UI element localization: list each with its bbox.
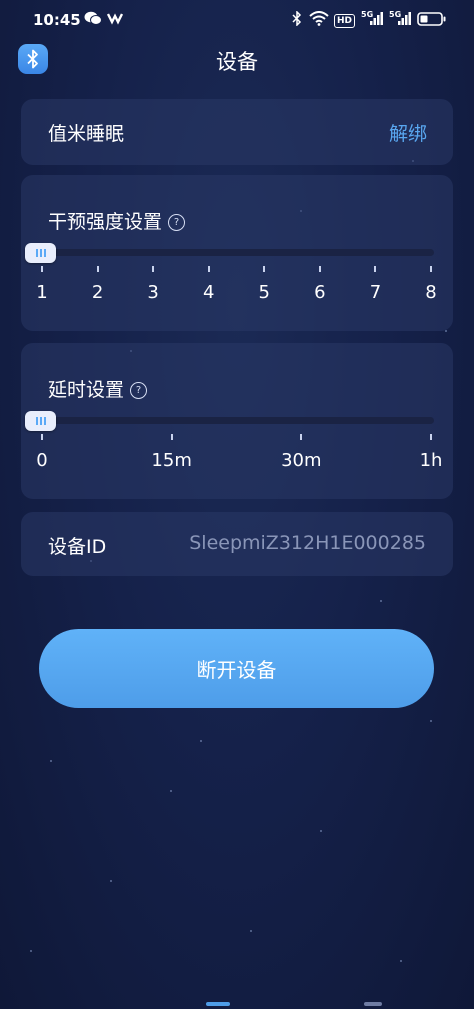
device-id-label: 设备ID [48,536,107,558]
intensity-tick [96,266,99,272]
intensity-tick [430,266,432,272]
intensity-tick-label: 3 [147,282,159,303]
device-id-value: SleepmiZ312H1E000285 [189,532,426,554]
intensity-tick-label: 1 [36,282,48,303]
question-icon[interactable]: ? [130,382,148,399]
delay-slider-track[interactable] [45,417,434,424]
hd-label: HD [334,14,356,28]
page-title: 设备 [216,50,258,74]
delay-tick-label: 30m [281,450,322,471]
disconnect-button[interactable]: 断开设备 [39,629,434,708]
intensity-tick-label: 6 [314,282,326,303]
intensity-tick [374,266,377,272]
net-label: 5G [389,10,402,19]
delay-label: 延时设置? [48,375,148,402]
bottom-indicator [364,1002,382,1006]
net-label: 5G [361,10,374,19]
wechat-icon [84,11,102,30]
intensity-slider-thumb[interactable] [25,243,56,263]
signal-5g-icon: 5G [361,10,383,30]
signal-5g-icon: 5G [389,10,411,30]
intensity-label-text: 干预强度设置 [48,211,163,233]
delay-tick [170,434,173,440]
status-time: 10:45 [33,11,81,29]
intensity-tick-label: 4 [202,282,215,303]
intensity-tick [41,266,43,272]
bottom-indicator [206,1002,230,1006]
intensity-tick-label: 2 [91,282,104,303]
intensity-tick [263,266,266,272]
intensity-tick [207,266,210,272]
wifi-icon [309,11,329,30]
delay-label-text: 延时设置 [48,379,125,401]
status-bar: 10:45 HD 5G 5G [0,0,474,38]
battery-icon [417,12,447,30]
intensity-tick-label: 7 [369,282,382,303]
delay-tick-label: 15m [151,450,192,471]
hd-icon: HD [334,12,356,28]
device-card: 值米睡眠 解绑 [21,99,453,165]
delay-tick-label: 1h [419,450,443,471]
delay-card: 延时设置? 0 15m 30m 1h [21,343,453,499]
intensity-slider-track[interactable] [45,249,434,256]
intensity-label: 干预强度设置? [48,207,186,234]
app-notification-icon [106,11,124,29]
device-name: 值米睡眠 [48,123,125,145]
delay-slider-thumb[interactable] [25,411,56,431]
delay-tick [430,434,432,440]
bluetooth-icon [292,10,302,30]
delay-tick [41,434,43,440]
unbind-button[interactable]: 解绑 [389,119,427,146]
delay-tick [300,434,303,440]
intensity-tick-label: 5 [258,282,271,303]
device-id-card: 设备ID SleepmiZ312H1E000285 [21,512,453,576]
intensity-tick [152,266,155,272]
intensity-tick [318,266,321,272]
delay-tick-label: 0 [36,450,48,471]
intensity-tick-label: 8 [425,282,437,303]
question-icon[interactable]: ? [168,214,186,231]
intensity-card: 干预强度设置? 1 2 3 4 5 6 7 8 [21,175,453,331]
